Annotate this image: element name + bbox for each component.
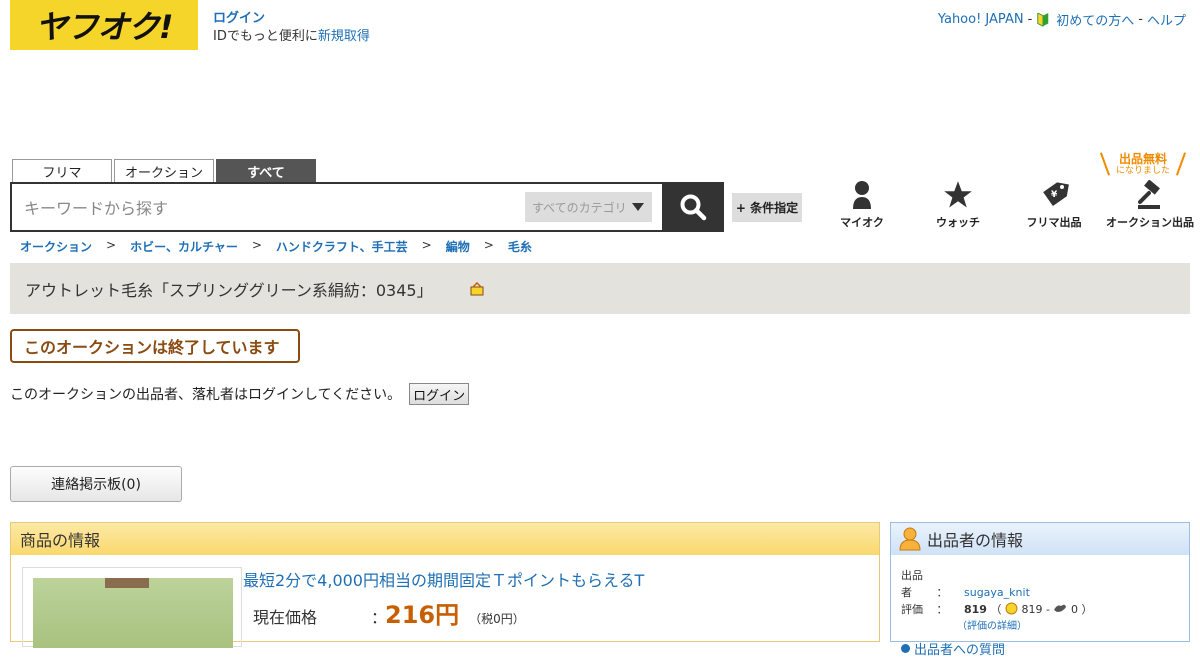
nav-icons: マイオク ウォッチ ¥ フリマ出品 オークション出品 xyxy=(814,180,1198,230)
login-link[interactable]: ログイン xyxy=(213,11,265,26)
free-listing-text: 出品無料 xyxy=(1118,152,1167,166)
flea-listing-button[interactable]: ¥ フリマ出品 xyxy=(1006,180,1102,230)
price-label: 現在価格 xyxy=(253,608,318,627)
item-info-panel: 商品の情報 最短2分で4,000円相当の期間固定ＴポイントもらえるΤ 現在価格 … xyxy=(10,522,880,648)
search-mode-tabs: フリマ オークション すべて xyxy=(12,159,318,182)
item-title: アウトレット毛糸「スプリンググリーン系絹紡：0345」 xyxy=(25,280,433,300)
my-auction-button[interactable]: マイオク xyxy=(814,180,910,230)
conditions-button[interactable]: + 条件指定 xyxy=(732,193,802,222)
item-info-header: 商品の情報 xyxy=(11,523,879,555)
star-icon xyxy=(944,181,972,208)
seller-info-panel: 出品者の情報 出品者 ： sugaya_knit 評価 ： 819 （ 819 … xyxy=(890,522,1190,658)
seller-id-link[interactable]: sugaya_knit xyxy=(964,586,1030,599)
tpoint-promo-link[interactable]: 最短2分で4,000円相当の期間固定ＴポイントもらえるΤ xyxy=(243,567,644,591)
login-block: ログイン IDでもっと便利に新規取得 xyxy=(213,10,370,46)
free-listing-subtext: になりました xyxy=(1115,166,1170,176)
breadcrumb-knitting[interactable]: 編物 xyxy=(446,238,470,255)
breadcrumb: オークション > ホビー、カルチャー > ハンドクラフト、手工芸 > 編物 > … xyxy=(20,238,532,255)
beginner-mark-icon xyxy=(1037,12,1049,27)
rating-bad: 0 xyxy=(1070,603,1078,616)
id-prompt: IDでもっと便利に xyxy=(213,29,318,44)
search-button[interactable] xyxy=(662,182,724,232)
person-icon xyxy=(853,181,871,209)
my-auction-label: マイオク xyxy=(840,216,884,229)
breadcrumb-hobby[interactable]: ホビー、カルチャー xyxy=(130,238,238,255)
current-price: 216円 xyxy=(385,601,460,629)
auction-ended-badge: このオークションは終了しています xyxy=(10,329,300,363)
flea-listing-label: フリマ出品 xyxy=(1026,216,1082,229)
seller-question-link[interactable]: 出品者への質問 xyxy=(914,639,1005,658)
rating-total: 819 xyxy=(964,603,987,616)
bullet-icon xyxy=(901,644,910,653)
svg-text:¥: ¥ xyxy=(1051,190,1058,200)
category-select-value: すべてのカテゴリ xyxy=(532,200,627,215)
beginners-link[interactable]: 初めての方へ xyxy=(1056,10,1134,29)
yahuoku-logo[interactable]: ヤフオク! xyxy=(10,0,198,50)
yahoo-japan-link[interactable]: Yahoo! JAPAN xyxy=(938,12,1024,27)
rating-dash: - xyxy=(1045,603,1050,616)
breadcrumb-sep: > xyxy=(421,238,432,252)
rating-open: （ xyxy=(990,603,1002,616)
caret-down-icon xyxy=(632,203,644,211)
free-listing-badge: 出品無料 になりました xyxy=(1099,152,1187,178)
help-link[interactable]: ヘルプ xyxy=(1147,10,1186,29)
separator: - xyxy=(1027,12,1033,27)
item-image-frame xyxy=(22,567,242,648)
rating-colon: ： xyxy=(936,603,948,616)
breadcrumb-yarn[interactable]: 毛糸 xyxy=(508,238,532,255)
category-select[interactable]: すべてのカテゴリ xyxy=(525,192,652,222)
new-item-icon xyxy=(470,281,484,295)
seller-avatar-icon xyxy=(899,527,921,551)
watch-button[interactable]: ウォッチ xyxy=(910,180,1006,230)
seller-links: 出品者への質問 xyxy=(891,639,1189,658)
breadcrumb-sep: > xyxy=(251,238,262,252)
login-notice: このオークションの出品者、落札者はログインしてください。 ログイン xyxy=(10,383,470,405)
tab-auction[interactable]: オークション xyxy=(114,159,214,182)
login-notice-text: このオークションの出品者、落札者はログインしてください。 xyxy=(10,387,402,403)
good-rating-icon xyxy=(1005,602,1018,615)
breadcrumb-sep: > xyxy=(483,238,494,252)
seller-details: 出品者 ： sugaya_knit 評価 ： 819 （ 819 - 0 ） （… xyxy=(891,555,1189,635)
breadcrumb-handcraft[interactable]: ハンドクラフト、手工芸 xyxy=(276,238,408,255)
search-icon xyxy=(680,194,707,221)
auction-listing-label: オークション出品 xyxy=(1106,216,1194,229)
seller-info-title: 出品者の情報 xyxy=(927,531,1024,550)
rating-close: ） xyxy=(1081,603,1093,616)
price-tax: （税0円） xyxy=(469,612,525,626)
watch-label: ウォッチ xyxy=(936,216,980,229)
top-links: Yahoo! JAPAN - 初めての方へ - ヘルプ xyxy=(938,10,1186,29)
item-image[interactable] xyxy=(33,578,233,648)
seller-info-header: 出品者の情報 xyxy=(891,523,1189,555)
register-link[interactable]: 新規取得 xyxy=(318,29,370,44)
rating-label: 評価 xyxy=(901,603,923,616)
price-tag-icon: ¥ xyxy=(1043,182,1069,206)
gavel-icon xyxy=(1138,180,1160,209)
price-row: 現在価格 ： 216円 （税0円） xyxy=(253,595,525,630)
search-input[interactable] xyxy=(22,192,516,224)
message-board-button[interactable]: 連絡掲示板(0) xyxy=(10,466,182,502)
login-button[interactable]: ログイン xyxy=(409,383,470,405)
auction-listing-button[interactable]: オークション出品 xyxy=(1102,180,1198,230)
seller-label: 出品者 xyxy=(901,569,923,599)
price-colon: ： xyxy=(371,608,388,627)
item-title-bar: アウトレット毛糸「スプリンググリーン系絹紡：0345」 xyxy=(10,263,1190,314)
rating-good: 819 xyxy=(1021,603,1043,616)
search-box: すべてのカテゴリ xyxy=(10,182,664,232)
breadcrumb-sep: > xyxy=(106,238,117,252)
tab-flea[interactable]: フリマ xyxy=(12,159,112,182)
seller-colon: ： xyxy=(936,586,948,599)
separator: - xyxy=(1138,12,1143,27)
breadcrumb-auction[interactable]: オークション xyxy=(20,238,92,255)
tab-all[interactable]: すべて xyxy=(216,159,316,182)
bad-rating-icon xyxy=(1054,604,1067,612)
rating-detail-link[interactable]: （評価の詳細） xyxy=(957,621,1027,632)
logo-text: ヤフオク! xyxy=(35,8,174,46)
